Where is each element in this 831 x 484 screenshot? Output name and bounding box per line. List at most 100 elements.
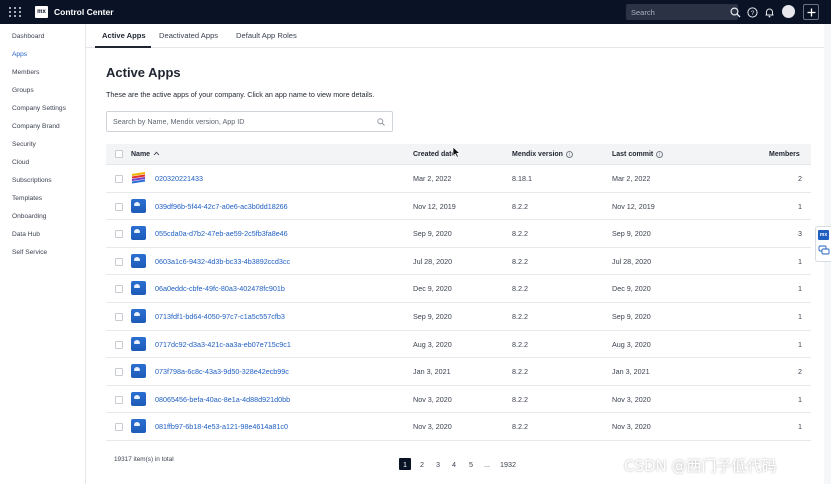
app-name-link[interactable]: 055cda0a-d7b2-47eb-ae59-2c5fb3fa8e46 — [155, 229, 288, 238]
sidebar-item-subscriptions[interactable]: Subscriptions — [12, 177, 52, 184]
member-count: 1 — [798, 312, 802, 321]
sidebar: Dashboard Apps Members Groups Company Se… — [0, 24, 86, 484]
row-checkbox[interactable] — [115, 313, 123, 321]
app-name-link[interactable]: 020320221433 — [155, 174, 203, 183]
page-last-button[interactable]: 1932 — [497, 458, 519, 470]
row-checkbox[interactable] — [115, 230, 123, 239]
column-header-name[interactable]: Name — [131, 151, 160, 158]
table-row: 081ffb97-6b18-4e53-a121-98e4614a81c0 Nov… — [106, 413, 811, 441]
member-count: 1 — [798, 394, 802, 404]
app-name-link[interactable]: 0603a1c6-9432-4d3b-bc33-4b3892ccd3cc — [155, 257, 290, 266]
sidebar-item-security[interactable]: Security — [12, 141, 36, 148]
created-date: Sep 9, 2020 — [413, 312, 452, 321]
sidebar-item-dashboard[interactable]: Dashboard — [12, 33, 44, 40]
row-checkbox[interactable] — [115, 285, 123, 294]
sidebar-item-self-service[interactable]: Self Service — [12, 249, 47, 256]
mendix-version: 8.2.2 — [512, 256, 528, 266]
page-1-button[interactable]: 1 — [399, 458, 411, 470]
sidebar-item-members[interactable]: Members — [12, 69, 39, 76]
app-title: Control Center — [54, 7, 114, 17]
sidebar-item-onboarding[interactable]: Onboarding — [12, 213, 46, 220]
table-row: 039df96b-5f44-42c7-a0e6-ac3b0dd18266 Nov… — [106, 193, 811, 221]
page-5-button[interactable]: 5 — [465, 458, 477, 470]
sidebar-item-cloud[interactable]: Cloud — [12, 159, 29, 166]
app-name-link[interactable]: 081ffb97-6b18-4e53-a121-98e4614a81c0 — [155, 422, 288, 431]
member-count: 1 — [798, 422, 802, 432]
cloud-app-icon — [131, 364, 146, 379]
app-name-link[interactable]: 08065456-befa-40ac-8e1a-4d88d921d0bb — [155, 395, 290, 404]
created-date: Sep 9, 2020 — [413, 229, 452, 239]
global-search[interactable] — [626, 4, 738, 20]
row-checkbox[interactable] — [115, 423, 123, 432]
row-checkbox[interactable] — [115, 175, 123, 183]
mendix-logo: mx — [35, 6, 48, 18]
column-header-last-commit[interactable]: Last commit i — [612, 151, 664, 158]
column-header-created-date[interactable]: Created date — [413, 151, 455, 158]
member-count: 1 — [798, 256, 802, 266]
sidebar-item-templates[interactable]: Templates — [12, 195, 42, 202]
created-date: Aug 3, 2020 — [413, 339, 452, 349]
mendix-badge-icon[interactable]: mx — [818, 230, 829, 240]
floating-help-widget[interactable]: mx — [815, 226, 831, 262]
add-button[interactable] — [803, 4, 819, 20]
page-2-button[interactable]: 2 — [416, 458, 428, 470]
app-search-input[interactable] — [107, 117, 367, 126]
tab-deactivated-apps[interactable]: Deactivated Apps — [159, 31, 218, 40]
cloud-app-icon — [131, 226, 146, 241]
created-date: Jan 3, 2021 — [413, 367, 451, 377]
table-row: 055cda0a-d7b2-47eb-ae59-2c5fb3fa8e46 Sep… — [106, 220, 811, 248]
mendix-version: 8.2.2 — [512, 312, 528, 321]
last-commit-date: Aug 3, 2020 — [612, 339, 651, 349]
tab-active-apps[interactable]: Active Apps — [102, 31, 146, 40]
app-switcher-grid-icon[interactable] — [8, 5, 22, 19]
table-row: 08065456-befa-40ac-8e1a-4d88d921d0bb Nov… — [106, 386, 811, 414]
info-icon[interactable]: i — [656, 151, 664, 158]
last-commit-date: Jan 3, 2021 — [612, 367, 650, 377]
global-search-input[interactable] — [626, 7, 722, 17]
row-checkbox[interactable] — [115, 257, 123, 266]
table-row: 073f798a-6c8c-43a3-9d50-328e42ecb99c Jan… — [106, 358, 811, 386]
sidebar-item-company-settings[interactable]: Company Settings — [12, 105, 66, 112]
plus-icon — [807, 8, 815, 16]
app-name-link[interactable]: 073f798a-6c8c-43a3-9d50-328e42ecb99c — [155, 367, 289, 376]
sidebar-item-groups[interactable]: Groups — [12, 87, 34, 94]
row-checkbox[interactable] — [115, 202, 123, 211]
sidebar-item-company-brand[interactable]: Company Brand — [12, 123, 60, 130]
created-date: Mar 2, 2022 — [413, 174, 452, 183]
cloud-app-icon — [131, 198, 146, 213]
page-3-button[interactable]: 3 — [432, 458, 444, 470]
column-last-commit-label: Last commit — [612, 151, 654, 158]
created-date: Nov 3, 2020 — [413, 394, 452, 404]
info-icon[interactable]: i — [565, 151, 573, 158]
row-checkbox[interactable] — [115, 368, 123, 377]
select-all-checkbox[interactable] — [115, 150, 123, 158]
created-date: Nov 12, 2019 — [413, 201, 456, 211]
notification-bell-icon[interactable] — [763, 6, 775, 18]
cloud-app-icon — [131, 309, 146, 323]
tab-default-app-roles[interactable]: Default App Roles — [236, 31, 297, 40]
sidebar-item-apps[interactable]: Apps — [12, 51, 27, 58]
page-4-button[interactable]: 4 — [448, 458, 460, 470]
app-name-link[interactable]: 06a0eddc-cbfe-49fc-80a3-402478fc901b — [155, 284, 285, 293]
cloud-app-icon — [131, 391, 146, 406]
app-name-link[interactable]: 039df96b-5f44-42c7-a0e6-ac3b0dd18266 — [155, 202, 288, 211]
chat-bubble-icon[interactable] — [818, 245, 830, 258]
row-checkbox[interactable] — [115, 395, 123, 404]
last-commit-date: Nov 12, 2019 — [612, 201, 655, 211]
app-name-link[interactable]: 0717dc92-d3a3-421c-aa3a-eb07e715c9c1 — [155, 340, 291, 349]
page-description: These are the active apps of your compan… — [106, 90, 375, 99]
mendix-version: 8.2.2 — [512, 201, 528, 211]
column-header-mendix-version[interactable]: Mendix version i — [512, 151, 573, 158]
app-name-link[interactable]: 0713fdf1-bd64-4050-97c7-c1a5c557cfb3 — [155, 312, 285, 321]
created-date: Dec 9, 2020 — [413, 284, 452, 294]
help-icon[interactable]: ? — [746, 6, 758, 18]
search-icon[interactable] — [729, 6, 741, 18]
app-search-box[interactable] — [106, 111, 393, 132]
column-header-members[interactable]: Members — [769, 151, 800, 158]
column-name-label: Name — [131, 151, 151, 158]
mendix-version: 8.2.2 — [512, 284, 528, 294]
user-avatar[interactable] — [782, 5, 795, 18]
sidebar-item-data-hub[interactable]: Data Hub — [12, 231, 40, 238]
last-commit-date: Mar 2, 2022 — [612, 174, 651, 183]
row-checkbox[interactable] — [115, 340, 123, 349]
